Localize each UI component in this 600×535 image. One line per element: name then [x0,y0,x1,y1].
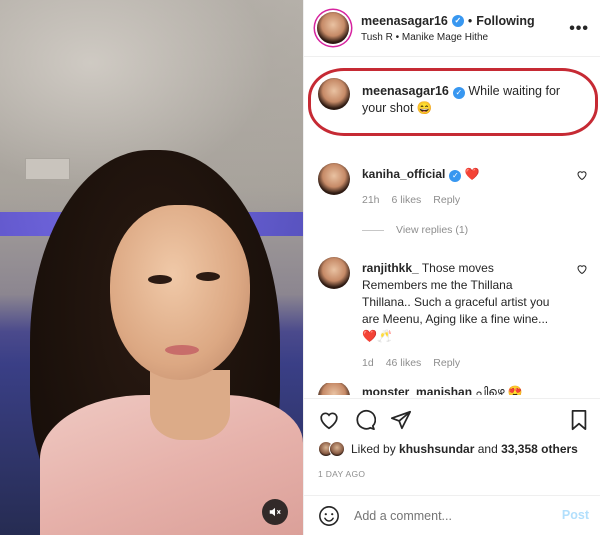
post-side-panel: meenasagar16 ✓ • Following Tush R • Mani… [303,0,600,535]
liked-by-user[interactable]: khushsundar [399,442,474,456]
lips [165,345,199,355]
heart-icon[interactable] [318,409,340,431]
comment-avatar[interactable] [318,257,350,289]
liked-by-others[interactable]: 33,358 others [501,442,578,456]
comment-like-heart-icon[interactable] [576,263,588,275]
following-button[interactable]: Following [476,14,534,28]
view-replies-label: View replies (1) [396,224,469,236]
likes-summary: Liked by khushsundar and 33,358 others [318,441,578,457]
view-replies-line [362,229,384,231]
verified-badge-icon: ✓ [452,87,465,99]
comment-body: monster_manishan പിഴെ 😍 [362,384,562,395]
comment-reply-button[interactable]: Reply [433,355,460,371]
post-comment-button[interactable]: Post [562,508,589,522]
comment-likes[interactable]: 6 likes [392,192,422,208]
post-caption: meenasagar16 ✓ While waiting for your sho… [318,78,572,117]
comment-username[interactable]: ranjithkk_ [362,261,419,275]
comment-avatar[interactable] [318,383,350,395]
verified-badge-icon: ✓ [451,14,464,27]
save-icon[interactable] [569,409,589,431]
post-header: meenasagar16 ✓ • Following Tush R • Mani… [304,0,600,57]
comment-item: monster_manishan പിഴെ 😍 [318,383,588,395]
liker-avatar[interactable] [329,441,345,457]
comment-likes[interactable]: 46 likes [386,355,422,371]
left-eye [148,275,172,284]
comment-age[interactable]: 21h [362,192,380,208]
header-title-row: meenasagar16 ✓ • Following [361,14,535,28]
right-eye [196,272,220,281]
caption-text-block: meenasagar16 ✓ While waiting for your sho… [362,83,572,117]
caption-username[interactable]: meenasagar16 [362,84,449,98]
comment-icon[interactable] [354,409,376,431]
view-replies-button[interactable]: View replies (1) [362,224,468,236]
comment-body: ranjithkk_ Those moves Remembers me the … [362,260,562,371]
action-icons [318,409,412,431]
emoji-icon[interactable] [318,505,340,527]
verified-badge-icon: ✓ [449,170,462,182]
caption-avatar[interactable] [318,78,350,110]
comment-avatar[interactable] [318,163,350,195]
post-timestamp[interactable]: 1 DAY AGO [318,469,365,479]
liked-by-connector: and [477,442,498,456]
comment-text: പിഴെ 😍 [475,385,523,395]
share-icon[interactable] [390,409,412,431]
comment-meta: 21h 6 likes Reply [362,192,562,208]
header-avatar[interactable] [317,12,349,44]
post-photo[interactable] [0,0,303,535]
likes-text: Liked by khushsundar and 33,358 others [351,442,578,456]
separator-dot: • [467,13,473,28]
mute-button[interactable] [262,499,288,525]
neck [150,370,230,440]
comment-item: ranjithkk_ Those moves Remembers me the … [318,257,588,371]
add-comment-row: Post [304,495,600,535]
mute-icon [269,507,281,517]
comment-body: kaniha_official ✓ ❤️ 21h 6 likes Reply [362,166,562,208]
liked-by-prefix: Liked by [351,442,396,456]
more-options-icon[interactable]: ••• [569,20,589,38]
instagram-post: meenasagar16 ✓ • Following Tush R • Mani… [0,0,600,535]
comment-like-heart-icon[interactable] [576,169,588,181]
comment-meta: 1d 46 likes Reply [362,355,562,371]
add-comment-input[interactable] [354,508,544,523]
wall-switch-box [25,158,70,180]
audio-track[interactable]: Tush R • Manike Mage Hithe [361,32,535,43]
comment-age[interactable]: 1d [362,355,374,371]
comment-item: kaniha_official ✓ ❤️ 21h 6 likes Reply [318,163,588,208]
comment-reply-button[interactable]: Reply [433,192,460,208]
header-username[interactable]: meenasagar16 [361,14,448,28]
post-actions-section: Liked by khushsundar and 33,358 others 1… [304,398,600,535]
comment-username[interactable]: kaniha_official [362,167,445,181]
comment-text: ❤️ [464,167,480,181]
comment-username[interactable]: monster_manishan [362,385,472,395]
header-text: meenasagar16 ✓ • Following Tush R • Mani… [361,14,535,43]
